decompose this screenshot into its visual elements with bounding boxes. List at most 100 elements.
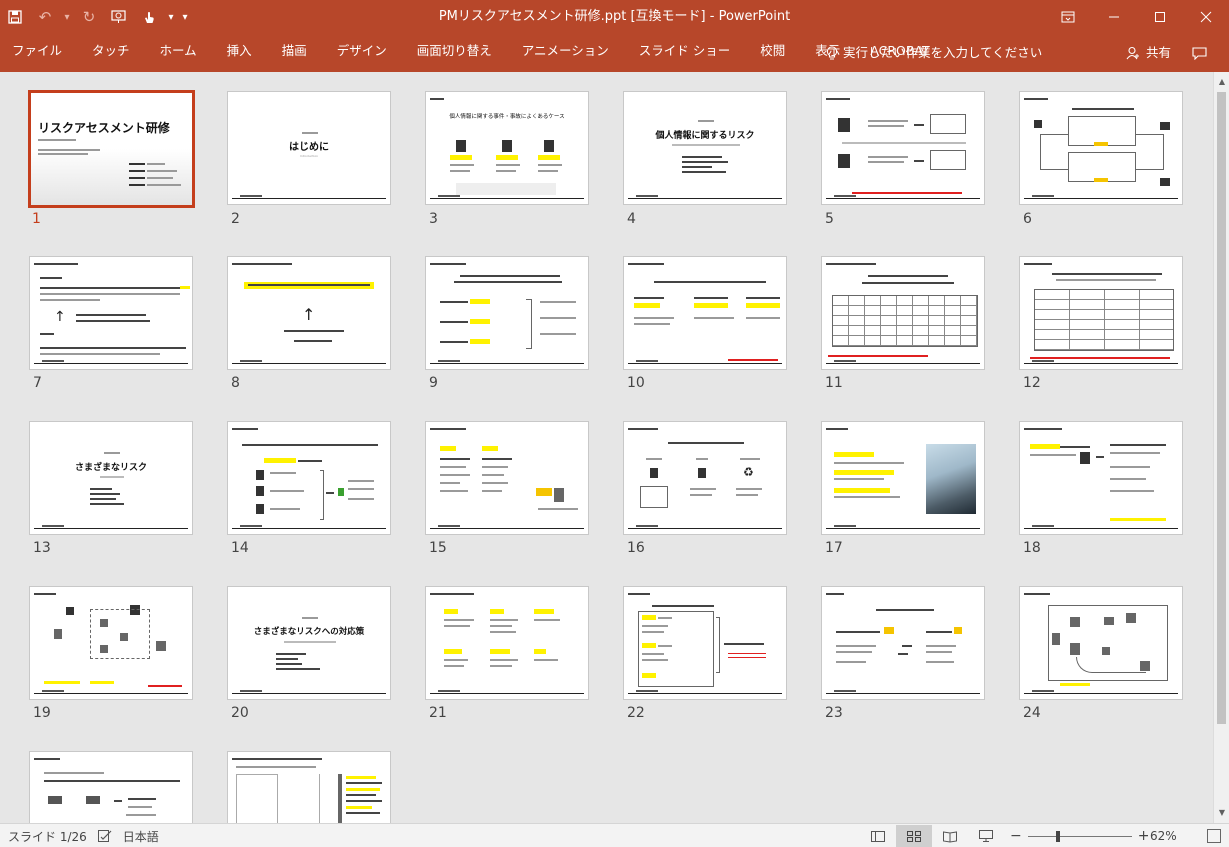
zoom-in-icon[interactable]: + bbox=[1138, 828, 1150, 844]
slide-number: 3 bbox=[429, 211, 438, 227]
tab-touch[interactable]: タッチ bbox=[77, 34, 145, 72]
slide-number: 6 bbox=[1023, 211, 1032, 227]
slide-sorter-pane: リスクアセスメント研修 1 はじめに Introduction 2 個人情報に関… bbox=[1, 72, 1213, 823]
tab-design[interactable]: デザイン bbox=[322, 34, 402, 72]
slide-sorter-view-icon[interactable] bbox=[896, 825, 932, 847]
slide-thumbnail-2[interactable]: はじめに Introduction bbox=[227, 91, 391, 205]
slide-number: 2 bbox=[231, 211, 240, 227]
arrow-up-icon: ↑ bbox=[302, 305, 316, 324]
slide-thumbnail-22[interactable] bbox=[623, 586, 787, 700]
tab-file[interactable]: ファイル bbox=[0, 34, 77, 72]
tell-me-text: 実行したい作業を入力してください bbox=[843, 45, 1043, 60]
slide-thumbnail-6[interactable] bbox=[1019, 91, 1183, 205]
slide-number: 22 bbox=[627, 705, 645, 721]
slide-counter: スライド 1/26 bbox=[8, 829, 87, 844]
ribbon-display-options-icon[interactable] bbox=[1045, 0, 1091, 34]
slide-thumbnail-13[interactable]: さまざまなリスク bbox=[29, 421, 193, 535]
slide-number: 11 bbox=[825, 375, 843, 391]
slide-thumbnail-16[interactable]: ♻ bbox=[623, 421, 787, 535]
tab-transitions[interactable]: 画面切り替え bbox=[402, 34, 507, 72]
maximize-icon[interactable] bbox=[1137, 0, 1183, 34]
slide-title: さまざまなリスク bbox=[74, 463, 147, 473]
slide-thumbnail-8[interactable]: ↑ bbox=[227, 256, 391, 370]
scroll-down-icon[interactable]: ▼ bbox=[1214, 805, 1229, 821]
fit-to-window-icon[interactable] bbox=[1207, 829, 1221, 843]
tab-review[interactable]: 校閲 bbox=[745, 34, 800, 72]
title-bar: ↶ ▾ ↻ ▾ ▾ PMリスクアセスメント研修.ppt [互換モード] - Po… bbox=[0, 0, 1229, 34]
undo-icon[interactable]: ↶ bbox=[30, 0, 60, 34]
slide-number: 18 bbox=[1023, 540, 1041, 556]
tab-animations[interactable]: アニメーション bbox=[507, 34, 624, 72]
minimize-icon[interactable] bbox=[1091, 0, 1137, 34]
person-icon bbox=[1126, 46, 1139, 60]
customize-dropdown-icon[interactable]: ▾ bbox=[178, 0, 192, 34]
slide-thumbnail-17[interactable] bbox=[821, 421, 985, 535]
arrow-up-icon: ↑ bbox=[54, 309, 66, 325]
slide-thumbnail-9[interactable] bbox=[425, 256, 589, 370]
slide-number: 4 bbox=[627, 211, 636, 227]
comment-icon[interactable] bbox=[1184, 34, 1214, 72]
slide-number: 21 bbox=[429, 705, 447, 721]
slide-number: 13 bbox=[33, 540, 51, 556]
slide-thumbnail-3[interactable]: 個人情報に関する事件・事故によくあるケース bbox=[425, 91, 589, 205]
slide-number: 17 bbox=[825, 540, 843, 556]
touch-mode-dropdown-icon[interactable]: ▾ bbox=[164, 0, 178, 34]
office-photo bbox=[926, 444, 976, 514]
save-icon[interactable] bbox=[0, 0, 30, 34]
slide-thumbnail-24[interactable] bbox=[1019, 586, 1183, 700]
slide-thumbnail-10[interactable] bbox=[623, 256, 787, 370]
tab-home[interactable]: ホーム bbox=[145, 34, 212, 72]
vertical-scrollbar[interactable]: ▲ ▼ bbox=[1213, 72, 1229, 823]
slide-subtitle: Introduction bbox=[299, 154, 319, 158]
slide-thumbnail-4[interactable]: 個人情報に関するリスク bbox=[623, 91, 787, 205]
slide-number: 24 bbox=[1023, 705, 1041, 721]
slide-thumbnail-23[interactable] bbox=[821, 586, 985, 700]
scrollbar-thumb[interactable] bbox=[1217, 92, 1226, 724]
undo-dropdown-icon[interactable]: ▾ bbox=[60, 0, 74, 34]
slide-number: 16 bbox=[627, 540, 645, 556]
slide-thumbnail-11[interactable] bbox=[821, 256, 985, 370]
slide-number: 9 bbox=[429, 375, 438, 391]
spelling-check-icon[interactable] bbox=[97, 829, 113, 843]
zoom-slider[interactable] bbox=[1027, 830, 1132, 842]
touch-mode-icon[interactable] bbox=[134, 0, 164, 34]
zoom-out-icon[interactable]: − bbox=[1010, 828, 1022, 844]
slide-number: 12 bbox=[1023, 375, 1041, 391]
tab-slideshow[interactable]: スライド ショー bbox=[624, 34, 745, 72]
ribbon-tab-bar: ファイル タッチ ホーム 挿入 描画 デザイン 画面切り替え アニメーション ス… bbox=[0, 34, 1229, 72]
slide-thumbnail-5[interactable] bbox=[821, 91, 985, 205]
share-label: 共有 bbox=[1146, 45, 1172, 60]
slide-title: リスクアセスメント研修 bbox=[38, 121, 170, 135]
zoom-percentage[interactable]: 62% bbox=[1150, 824, 1177, 847]
slide-thumbnail-15[interactable] bbox=[425, 421, 589, 535]
quick-access-toolbar: ↶ ▾ ↻ ▾ ▾ bbox=[0, 0, 192, 34]
slide-thumbnail-12[interactable] bbox=[1019, 256, 1183, 370]
status-bar: スライド 1/26 日本語 − + 62% bbox=[0, 823, 1229, 847]
slide-thumbnail-21[interactable] bbox=[425, 586, 589, 700]
normal-view-icon[interactable] bbox=[860, 825, 896, 847]
slide-thumbnail-1[interactable]: リスクアセスメント研修 bbox=[28, 90, 195, 208]
slide-thumbnail-18[interactable] bbox=[1019, 421, 1183, 535]
slide-title: 個人情報に関する事件・事故によくあるケース bbox=[449, 114, 565, 120]
slide-thumbnail-20[interactable]: さまざまなリスクへの対応策 bbox=[227, 586, 391, 700]
slide-thumbnail-7[interactable]: ↑ bbox=[29, 256, 193, 370]
zoom-slider-thumb[interactable] bbox=[1055, 830, 1060, 842]
slide-thumbnail-25[interactable] bbox=[29, 751, 193, 823]
tab-draw[interactable]: 描画 bbox=[267, 34, 322, 72]
slide-number: 20 bbox=[231, 705, 249, 721]
slideshow-view-icon[interactable] bbox=[968, 825, 1004, 847]
tell-me-box[interactable]: 実行したい作業を入力してください bbox=[826, 34, 1042, 72]
slideshow-from-start-icon[interactable] bbox=[104, 0, 134, 34]
scroll-up-icon[interactable]: ▲ bbox=[1214, 74, 1229, 90]
language-indicator[interactable]: 日本語 bbox=[123, 828, 159, 845]
slide-thumbnail-14[interactable] bbox=[227, 421, 391, 535]
slide-number: 15 bbox=[429, 540, 447, 556]
redo-icon[interactable]: ↻ bbox=[74, 0, 104, 34]
slide-thumbnail-19[interactable] bbox=[29, 586, 193, 700]
tab-insert[interactable]: 挿入 bbox=[212, 34, 267, 72]
reading-view-icon[interactable] bbox=[932, 825, 968, 847]
close-icon[interactable] bbox=[1183, 0, 1229, 34]
share-button[interactable]: 共有 bbox=[1126, 34, 1171, 72]
slide-thumbnail-26[interactable] bbox=[227, 751, 391, 823]
slide-number: 14 bbox=[231, 540, 249, 556]
